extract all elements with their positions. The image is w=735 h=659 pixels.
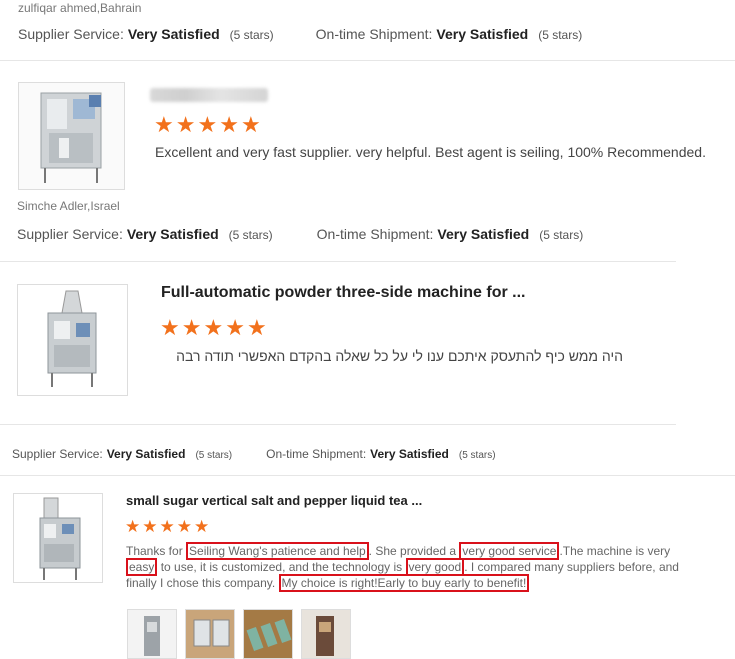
reviewer-name: zulfiqar ahmed,Bahrain (18, 1, 142, 15)
star-icon: ★ (142, 517, 160, 536)
shipment-rating: On-time Shipment: Very Satisfied (5 star… (317, 226, 584, 242)
shipment-stars: (5 stars) (539, 228, 584, 242)
product-title[interactable]: Full-automatic powder three-side machine… (161, 284, 526, 302)
supplier-service-value: Very Satisfied (127, 26, 220, 42)
star-icon: ★ (246, 315, 269, 340)
shipment-value: Very Satisfied (436, 26, 529, 42)
review-text-segment: Thanks for (126, 544, 187, 558)
rating-summary: Supplier Service: Very Satisfied (5 star… (18, 26, 582, 42)
shipment-label: On-time Shipment: (315, 26, 433, 42)
supplier-service-stars: (5 stars) (229, 28, 274, 42)
review-text: Thanks for Seiling Wang's patience and h… (126, 542, 702, 592)
product-title[interactable]: small sugar vertical salt and pepper liq… (126, 493, 422, 508)
factory-photo-image (302, 610, 350, 658)
star-icon: ★ (175, 112, 198, 137)
highlight-box: Seiling Wang's patience and help (186, 542, 369, 560)
supplier-service-value: Very Satisfied (106, 447, 186, 461)
divider (0, 424, 676, 425)
supplier-service-label: Supplier Service: (18, 26, 124, 42)
supplier-service-value: Very Satisfied (126, 226, 219, 242)
rating-summary: Supplier Service: Very Satisfied (5 star… (12, 447, 496, 461)
shipment-stars: (5 stars) (458, 450, 496, 461)
sugar-machine-image (39, 497, 81, 580)
bag-photo-image (186, 610, 234, 658)
star-icon: ★ (219, 112, 241, 137)
powder-machine-image (47, 290, 97, 387)
review-photo[interactable] (243, 609, 293, 659)
highlight-box: easy (126, 558, 158, 576)
supplier-service-label: Supplier Service: (12, 447, 103, 461)
highlight-box: My choice is right!Early to buy early to… (278, 574, 530, 592)
star-icon: ★ (240, 112, 263, 137)
supplier-service-stars: (5 stars) (228, 228, 273, 242)
supplier-service-stars: (5 stars) (195, 450, 233, 461)
star-icon: ★ (203, 315, 226, 340)
star-rating: ★ ★ ★ ★ ★ (160, 315, 269, 341)
star-icon: ★ (225, 315, 247, 340)
supplier-service-rating: Supplier Service: Very Satisfied (5 star… (17, 226, 273, 242)
star-icon: ★ (159, 517, 177, 536)
star-icon: ★ (176, 517, 194, 536)
divider (0, 261, 676, 262)
star-icon: ★ (125, 517, 143, 536)
shipment-label: On-time Shipment: (266, 447, 367, 461)
packets-photo-image (244, 610, 292, 658)
review-text-segment: . She provided a (368, 544, 460, 558)
review-photo[interactable] (185, 609, 235, 659)
star-icon: ★ (160, 315, 182, 340)
shipment-value: Very Satisfied (437, 226, 530, 242)
shipment-stars: (5 stars) (538, 28, 583, 42)
review-text-segment: to use, it is customized, and the techno… (157, 560, 406, 574)
machine-photo-image (128, 610, 176, 658)
shipment-value: Very Satisfied (370, 447, 449, 461)
supplier-service-label: Supplier Service: (17, 226, 123, 242)
review-text: Excellent and very fast supplier. very h… (155, 144, 706, 160)
star-icon: ★ (194, 517, 212, 536)
supplier-service-rating: Supplier Service: Very Satisfied (5 star… (18, 26, 274, 42)
star-rating: ★ ★ ★ ★ ★ (154, 112, 263, 138)
product-thumbnail[interactable] (17, 284, 128, 396)
divider (0, 60, 735, 61)
review-photo[interactable] (127, 609, 177, 659)
shipment-rating: On-time Shipment: Very Satisfied (5 star… (266, 447, 495, 461)
shipment-label: On-time Shipment: (316, 226, 434, 242)
divider (0, 475, 735, 476)
review-photo[interactable] (301, 609, 351, 659)
product-thumbnail[interactable] (13, 493, 103, 583)
star-icon: ★ (197, 112, 220, 137)
highlight-box: very good service (459, 542, 560, 560)
review-text-segment: .The machine is very (559, 544, 671, 558)
blurred-reviewer-name (150, 88, 268, 102)
supplier-service-rating: Supplier Service: Very Satisfied (5 star… (12, 447, 232, 461)
packaging-machine-image (40, 92, 102, 183)
star-icon: ★ (154, 112, 176, 137)
reviewer-name: Simche Adler,Israel (17, 199, 120, 213)
star-icon: ★ (181, 315, 204, 340)
review-text: היה ממש כיף להתעסק איתכם ענו לי על כל שא… (176, 348, 623, 364)
star-rating: ★ ★ ★ ★ ★ (125, 517, 211, 537)
shipment-rating: On-time Shipment: Very Satisfied (5 star… (316, 26, 583, 42)
product-thumbnail[interactable] (18, 82, 125, 190)
rating-summary: Supplier Service: Very Satisfied (5 star… (17, 226, 583, 242)
